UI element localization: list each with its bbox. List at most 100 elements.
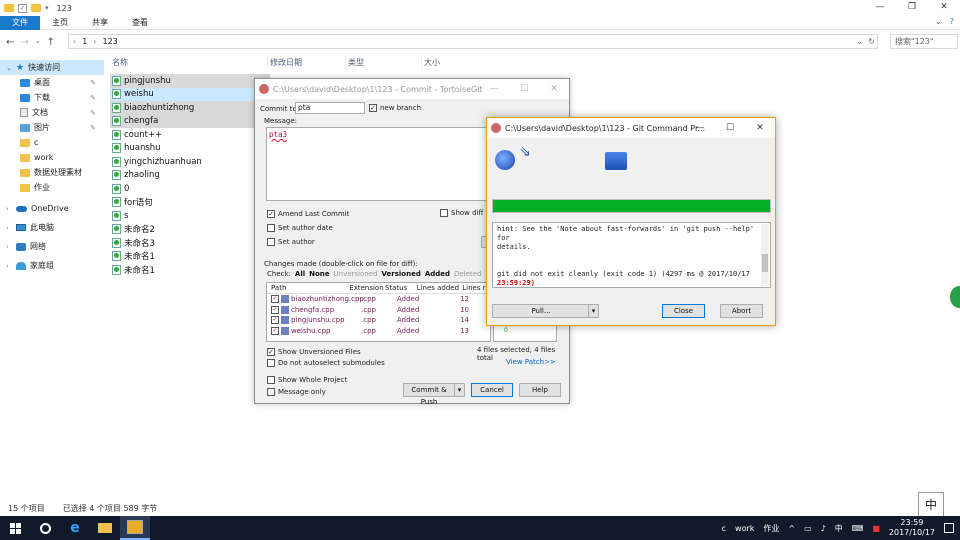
show-whole-project-check-icon[interactable]	[267, 376, 275, 384]
expand-chevron-icon[interactable]: ›	[6, 205, 12, 213]
list-item[interactable]: 未命名2	[110, 223, 270, 237]
cortana-button[interactable]	[30, 516, 60, 540]
tortoisegit-taskbar-button[interactable]	[120, 516, 150, 540]
sidebar-item[interactable]: 文档 ✎	[0, 105, 104, 120]
column-modified[interactable]: 修改日期	[268, 56, 346, 70]
no-autoselect-checkbox[interactable]: Do not autoselect submodules	[267, 359, 385, 367]
commit-push-dropdown-icon[interactable]: ▾	[454, 383, 465, 397]
clock[interactable]: 23:59 2017/10/17	[889, 518, 935, 538]
sidebar-item[interactable]: › OneDrive	[0, 201, 104, 216]
expand-ribbon-icon[interactable]: ⌄	[935, 17, 942, 26]
close-button[interactable]: ✕	[928, 0, 960, 16]
set-author-date-check-icon[interactable]	[267, 224, 275, 232]
forward-icon[interactable]: →	[20, 37, 28, 48]
table-row[interactable]: ✓ weishu.cpp .cpp Added 13	[267, 326, 490, 337]
address-dropdown-icon[interactable]: ⌄	[856, 37, 863, 46]
new-branch-check-icon[interactable]: ✓	[369, 104, 377, 112]
sidebar-item[interactable]: › 家庭组	[0, 258, 104, 273]
volume-icon[interactable]: ♪	[821, 524, 826, 533]
breadcrumb-chevron-icon[interactable]: ›	[93, 37, 96, 46]
minimize-button[interactable]: —	[864, 0, 896, 16]
amend-checkbox[interactable]: ✓ Amend Last Commit	[267, 210, 349, 218]
expand-chevron-icon[interactable]: ›	[6, 224, 12, 232]
tray-ime[interactable]: 中	[835, 523, 843, 534]
list-item[interactable]: zhaoling	[110, 169, 270, 183]
pull-dropdown-icon[interactable]: ▾	[588, 304, 599, 318]
set-author-date-checkbox[interactable]: Set author date	[267, 224, 333, 232]
sidebar-item[interactable]: ⌄ ★ 快速访问	[0, 60, 104, 75]
output-log[interactable]: hint: See the 'Note about fast-forwards'…	[492, 222, 771, 288]
new-branch-checkbox[interactable]: ✓ new branch	[369, 104, 421, 112]
close-dialog-button[interactable]: Close	[662, 304, 705, 318]
filter-link[interactable]: None	[309, 270, 329, 278]
power-icon[interactable]: ▭	[804, 524, 812, 533]
list-item[interactable]: yingchizhuanhuan	[110, 155, 270, 169]
pull-button[interactable]: Pull...	[492, 304, 590, 318]
set-author-check-icon[interactable]	[267, 238, 275, 246]
tray-overflow-icon[interactable]: ^	[788, 524, 795, 533]
list-item[interactable]: 未命名1	[110, 250, 270, 264]
list-item[interactable]: huanshu	[110, 142, 270, 156]
message-only-check-icon[interactable]	[267, 388, 275, 396]
commit-minimize-button[interactable]: —	[479, 79, 509, 99]
security-icon[interactable]: ■	[872, 524, 880, 533]
grid-col-path[interactable]: Path	[267, 283, 349, 293]
tab-home[interactable]: 主页	[40, 16, 80, 30]
column-name[interactable]: 名称	[110, 56, 268, 70]
expand-chevron-icon[interactable]: ⌄	[6, 64, 12, 72]
progress-maximize-button[interactable]: ☐	[715, 118, 745, 138]
sidebar-item[interactable]: 下载 ✎	[0, 90, 104, 105]
list-item[interactable]: for语句	[110, 196, 270, 210]
breadcrumb-1[interactable]: 1	[82, 37, 87, 46]
breadcrumb-123[interactable]: 123	[103, 37, 118, 46]
customize-toolbar-icon[interactable]: ▾	[45, 4, 49, 12]
new-folder-icon[interactable]	[31, 4, 41, 12]
tray-item-c[interactable]: c	[722, 524, 726, 533]
row-check-icon[interactable]: ✓	[271, 316, 279, 325]
edge-button[interactable]: e	[60, 516, 90, 540]
column-size[interactable]: 大小	[422, 56, 482, 70]
help-icon[interactable]: ?	[950, 17, 954, 26]
commit-to-input[interactable]: pta	[295, 102, 365, 114]
set-author-checkbox[interactable]: Set author	[267, 238, 315, 246]
no-autoselect-check-icon[interactable]	[267, 359, 275, 367]
keyboard-icon[interactable]: ⌨	[852, 524, 864, 533]
help-button[interactable]: Help	[519, 383, 561, 397]
start-button[interactable]	[0, 516, 30, 540]
sidebar-item[interactable]: › 此电脑	[0, 220, 104, 235]
address-bar[interactable]: › 1 › 123 ⌄ ↻	[68, 34, 878, 49]
commit-push-button[interactable]: Commit & Push	[403, 383, 455, 406]
show-diff-check-icon[interactable]	[440, 209, 448, 217]
up-icon[interactable]: ↑	[47, 37, 55, 48]
grid-col-status[interactable]: Status	[385, 283, 417, 293]
list-item[interactable]: pingjunshu	[110, 74, 270, 88]
action-center-icon[interactable]	[944, 523, 954, 533]
filter-link[interactable]: Added	[425, 270, 450, 278]
list-item[interactable]: 0	[110, 182, 270, 196]
filter-link[interactable]: Deleted	[454, 270, 481, 278]
list-item[interactable]: weishu	[110, 87, 270, 101]
list-item[interactable]: biaozhuntizhong	[110, 101, 270, 115]
sidebar-item[interactable]: c	[0, 135, 104, 150]
sidebar-item[interactable]: 图片 ✎	[0, 120, 104, 135]
cancel-button[interactable]: Cancel	[471, 383, 513, 397]
ime-indicator[interactable]: 中	[918, 492, 944, 518]
refresh-icon[interactable]: ↻	[868, 37, 875, 46]
row-check-icon[interactable]: ✓	[271, 326, 279, 335]
abort-button[interactable]: Abort	[720, 304, 763, 318]
list-item[interactable]: 未命名1	[110, 263, 270, 277]
filter-link[interactable]: Unversioned	[334, 270, 378, 278]
progress-minimize-button[interactable]: —	[685, 118, 715, 138]
recent-dropdown-icon[interactable]: ⌄	[35, 37, 41, 48]
sidebar-item[interactable]: › 网络	[0, 239, 104, 254]
back-icon[interactable]: ←	[6, 37, 14, 48]
progress-close-button[interactable]: ✕	[745, 118, 775, 138]
folder-icon[interactable]	[4, 4, 14, 12]
table-row[interactable]: ✓ chengfa.cpp .cpp Added 10	[267, 305, 490, 316]
filter-link[interactable]: Versioned	[381, 270, 420, 278]
show-unversioned-checkbox[interactable]: ✓ Show Unversioned Files	[267, 348, 361, 356]
maximize-button[interactable]: ❐	[896, 0, 928, 16]
column-type[interactable]: 类型	[346, 56, 422, 70]
show-whole-project-checkbox[interactable]: Show Whole Project	[267, 376, 347, 384]
view-patch-link[interactable]: View Patch>>	[506, 358, 556, 366]
